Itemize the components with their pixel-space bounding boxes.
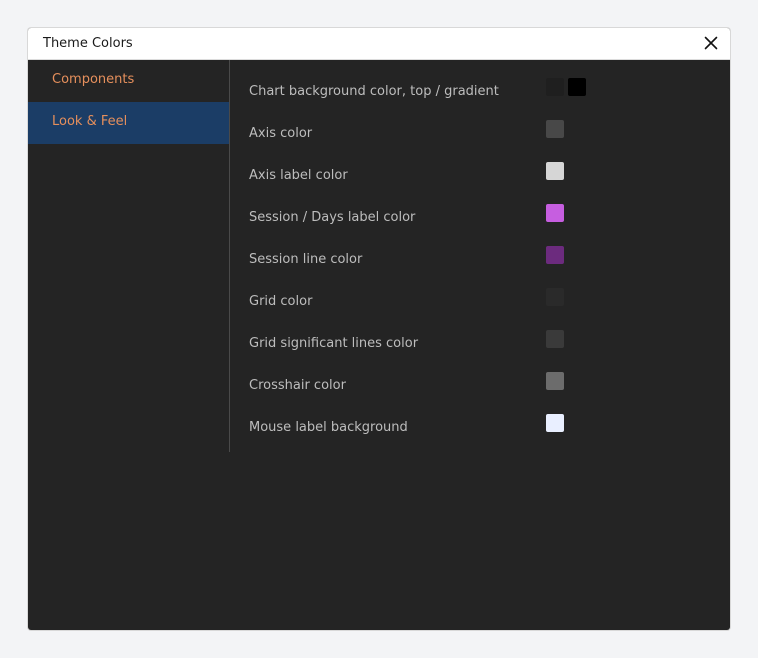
settings-list: Chart background color, top / gradient A…: [249, 74, 709, 452]
setting-axis-label-color: Axis label color: [249, 158, 709, 200]
color-swatch[interactable]: [546, 372, 564, 390]
color-swatch[interactable]: [546, 204, 564, 222]
dialog-titlebar: Theme Colors: [28, 28, 730, 60]
sidebar-item-components[interactable]: Components: [28, 60, 229, 102]
sidebar: Components Look & Feel: [28, 60, 229, 630]
setting-label: Chart background color, top / gradient: [249, 84, 499, 99]
color-swatch[interactable]: [546, 330, 564, 348]
setting-label: Mouse label background: [249, 420, 408, 435]
setting-label: Axis color: [249, 126, 313, 141]
dialog-title: Theme Colors: [43, 36, 133, 51]
close-button[interactable]: [702, 34, 720, 52]
color-swatch-gradient[interactable]: [568, 78, 586, 96]
setting-grid-significant-color: Grid significant lines color: [249, 326, 709, 368]
setting-label: Session line color: [249, 252, 363, 267]
setting-label: Session / Days label color: [249, 210, 416, 225]
setting-grid-color: Grid color: [249, 284, 709, 326]
sidebar-item-look-and-feel[interactable]: Look & Feel: [28, 102, 229, 144]
theme-colors-dialog: Theme Colors Components Look & Feel Char…: [28, 28, 730, 630]
color-swatch-top[interactable]: [546, 78, 564, 96]
setting-axis-color: Axis color: [249, 116, 709, 158]
setting-label: Grid color: [249, 294, 313, 309]
setting-mouse-label-background: Mouse label background: [249, 410, 709, 452]
sidebar-item-label: Components: [52, 72, 135, 87]
color-swatch[interactable]: [546, 120, 564, 138]
color-swatch[interactable]: [546, 162, 564, 180]
setting-label: Grid significant lines color: [249, 336, 419, 351]
panel-divider: [229, 60, 230, 452]
sidebar-item-label: Look & Feel: [52, 114, 128, 129]
setting-label: Axis label color: [249, 168, 348, 183]
setting-crosshair-color: Crosshair color: [249, 368, 709, 410]
setting-chart-background: Chart background color, top / gradient: [249, 74, 709, 116]
close-icon: [704, 36, 718, 50]
setting-session-line-color: Session line color: [249, 242, 709, 284]
setting-session-label-color: Session / Days label color: [249, 200, 709, 242]
color-swatch[interactable]: [546, 288, 564, 306]
color-swatch[interactable]: [546, 414, 564, 432]
color-swatch[interactable]: [546, 246, 564, 264]
setting-label: Crosshair color: [249, 378, 346, 393]
